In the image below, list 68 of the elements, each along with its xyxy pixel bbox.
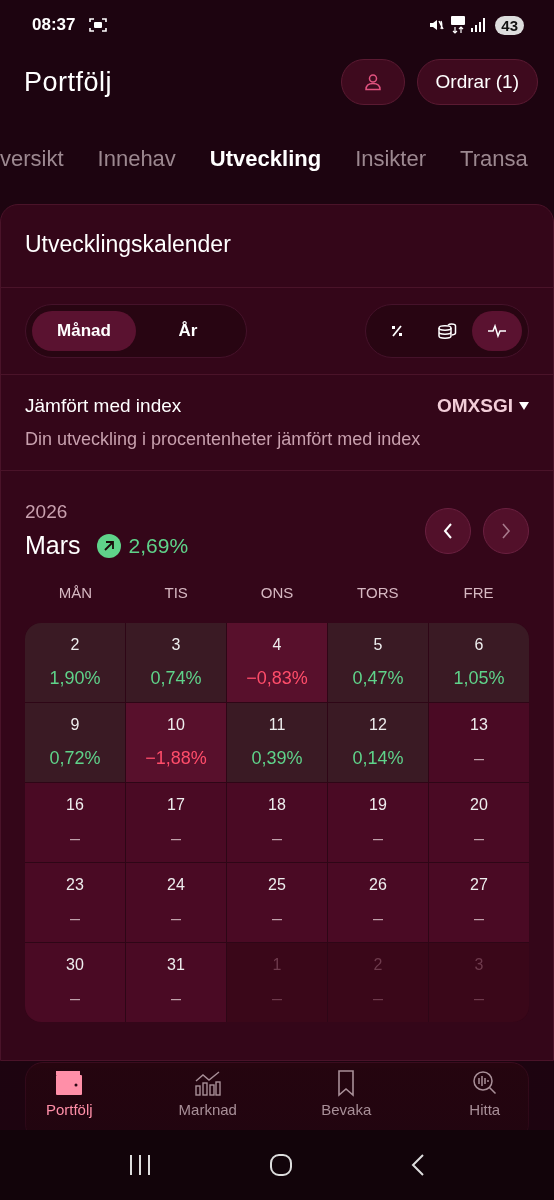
recent-apps-icon[interactable] [128, 1154, 153, 1176]
tab[interactable]: Insikter [355, 146, 427, 172]
day-cell[interactable]: 12 0,14% [328, 703, 428, 782]
month-change: 2,69% [128, 533, 189, 558]
day-cell[interactable]: 5 0,47% [328, 623, 428, 702]
day-cell[interactable]: 3 0,74% [126, 623, 226, 702]
screenshot-icon [89, 17, 108, 33]
back-icon[interactable] [409, 1153, 426, 1177]
day-cell[interactable]: 23 – [25, 863, 125, 942]
pulse-button[interactable] [472, 311, 522, 351]
percent-icon [389, 323, 405, 339]
day-cell[interactable]: 10 −1,88% [126, 703, 226, 782]
status-time: 08:37 [32, 15, 76, 35]
tab[interactable]: versikt [0, 146, 64, 172]
day-cell[interactable]: 11 0,39% [227, 703, 327, 782]
day-cell[interactable]: 16 – [25, 783, 125, 862]
page-title: Portfölj [24, 66, 113, 98]
day-cell[interactable]: 4 −0,83% [227, 623, 327, 702]
year-label: 2026 [25, 501, 69, 523]
coins-icon [437, 322, 457, 340]
day-cell[interactable]: 6 1,05% [429, 623, 529, 702]
nav-item[interactable]: Hitta [434, 1068, 535, 1130]
index-dropdown[interactable]: OMXSGI [437, 395, 529, 417]
index-label: Jämfört med index [25, 395, 182, 417]
nav-item[interactable]: Portfölj [19, 1068, 120, 1130]
tab[interactable]: Innehav [97, 146, 176, 172]
home-icon[interactable] [269, 1153, 293, 1177]
day-cell[interactable]: 19 – [328, 783, 428, 862]
pulse-icon [487, 324, 507, 338]
day-cell[interactable]: 18 – [227, 783, 327, 862]
index-description: Din utveckling i procentenheter jämfört med index [25, 429, 422, 450]
day-cell[interactable]: 25 – [227, 863, 327, 942]
wallet-icon [54, 1069, 85, 1097]
weekday-label: MÅN [58, 584, 93, 601]
day-cell[interactable]: 20 – [429, 783, 529, 862]
orders-button[interactable]: Ordrar (1) [416, 59, 538, 105]
weekday-label: FRE [463, 584, 494, 601]
day-cell[interactable]: 9 0,72% [25, 703, 125, 782]
day-cell[interactable]: 17 – [126, 783, 226, 862]
nav-item[interactable]: Bevaka [296, 1068, 397, 1130]
period-option[interactable]: Månad [32, 311, 136, 351]
weekday-label: ONS [260, 584, 294, 601]
day-cell[interactable]: 31 – [126, 943, 226, 1022]
day-cell[interactable]: 13 – [429, 703, 529, 782]
nav-item[interactable]: Marknad [157, 1068, 258, 1130]
previous-month-button[interactable] [425, 507, 471, 554]
mute-icon [429, 17, 446, 33]
tab[interactable]: Transa [460, 146, 528, 172]
month-label: Mars [25, 531, 81, 560]
weekday-label: TORS [357, 584, 399, 601]
day-cell[interactable]: 24 – [126, 863, 226, 942]
profile-button[interactable] [340, 59, 405, 105]
day-cell[interactable]: 27 – [429, 863, 529, 942]
caret-icon [519, 402, 529, 410]
period-option[interactable]: År [136, 311, 240, 351]
chevron-left-icon [442, 521, 454, 540]
chevron-right-icon [500, 521, 512, 540]
person-icon [363, 73, 382, 91]
battery-level: 43 [495, 15, 524, 35]
day-cell[interactable]: 2 1,90% [25, 623, 125, 702]
weekday-label: TIS [164, 584, 188, 601]
day-cell[interactable]: 26 – [328, 863, 428, 942]
day-cell[interactable]: 30 – [25, 943, 125, 1022]
card-title: Utvecklingskalender [1, 205, 553, 288]
signal-icon [471, 18, 486, 32]
network-icon [451, 16, 466, 34]
bar-chart-icon [192, 1069, 223, 1097]
tab[interactable]: Utveckling [209, 146, 322, 172]
